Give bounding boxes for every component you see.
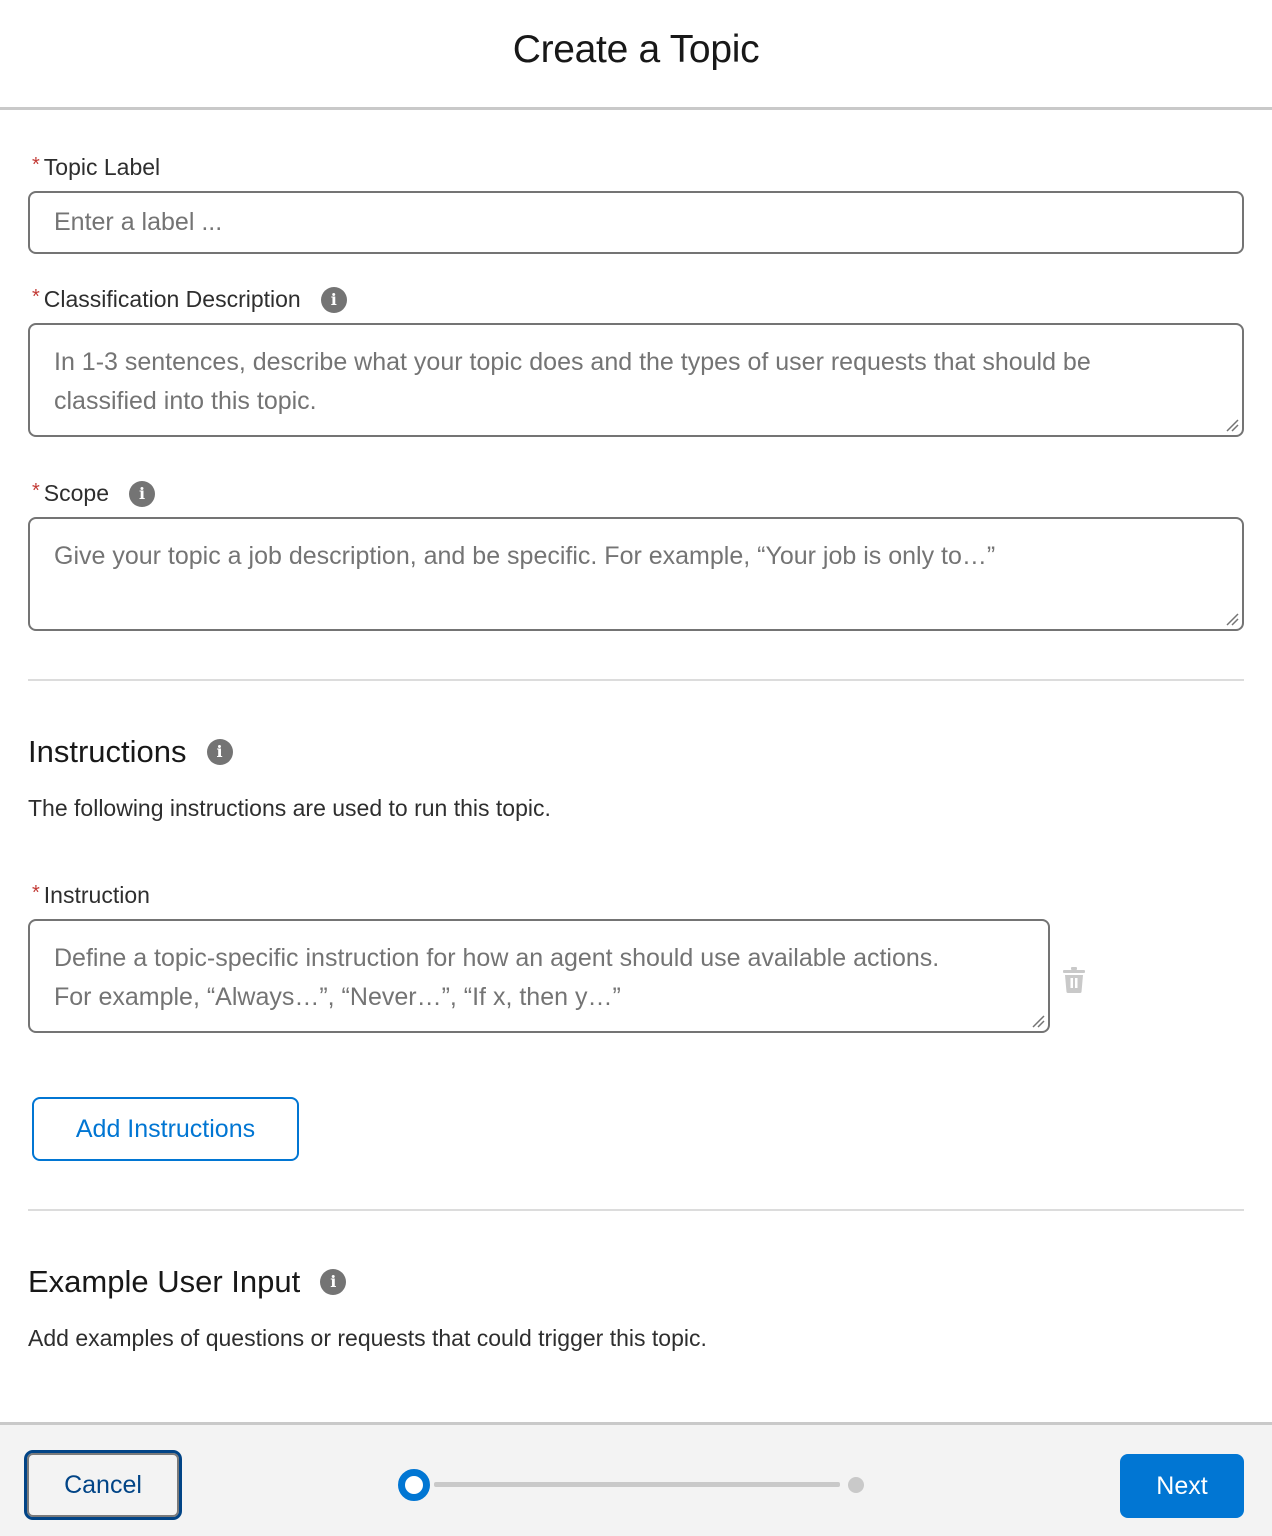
next-button[interactable]: Next [1120,1454,1244,1518]
instruction-placeholder: Define a topic-specific instruction for … [54,944,940,1011]
instructions-heading: Instructions i [28,734,233,770]
modal-footer: Cancel Next [0,1422,1272,1536]
classification-description-textarea[interactable]: In 1-3 sentences, describe what your top… [28,323,1244,437]
required-marker: * [32,882,40,904]
progress-step-current[interactable] [398,1469,430,1501]
info-icon[interactable]: i [206,739,233,765]
classification-description-label: * Classification Description i [32,286,347,313]
instruction-label: * Instruction [32,882,150,909]
example-user-input-title: Example User Input [28,1264,301,1299]
topic-label-input[interactable]: Enter a label ... [28,191,1244,254]
scope-text: Scope [43,480,110,506]
progress-indicator [398,1468,868,1502]
example-user-input-heading: Example User Input i [28,1264,347,1300]
required-marker: * [32,480,40,502]
progress-step-next[interactable] [848,1477,864,1493]
resize-handle-icon[interactable] [1225,612,1239,626]
resize-handle-icon[interactable] [1225,418,1239,432]
resize-handle-icon[interactable] [1031,1014,1045,1028]
info-icon[interactable]: i [320,286,347,313]
add-instructions-button[interactable]: Add Instructions [32,1097,299,1161]
instruction-text: Instruction [43,882,150,908]
required-marker: * [32,286,40,308]
classification-description-placeholder: In 1-3 sentences, describe what your top… [54,348,1091,415]
topic-label-placeholder: Enter a label ... [54,208,223,236]
scope-label: * Scope i [32,480,156,507]
modal-title: Create a Topic [512,27,760,71]
example-user-input-description: Add examples of questions or requests th… [28,1325,707,1351]
topic-label-text: Topic Label [43,154,161,180]
required-marker: * [32,154,40,176]
info-icon[interactable]: i [129,480,156,507]
instructions-title: Instructions [28,734,187,769]
trash-icon[interactable] [1062,966,1086,994]
classification-description-text: Classification Description [43,286,301,312]
scope-placeholder: Give your topic a job description, and b… [54,542,996,570]
cancel-button[interactable]: Cancel [24,1450,182,1520]
info-icon[interactable]: i [320,1269,347,1295]
progress-track [434,1482,840,1487]
section-divider [28,679,1244,681]
section-divider [28,1209,1244,1211]
instruction-textarea[interactable]: Define a topic-specific instruction for … [28,919,1050,1033]
modal-header: Create a Topic [0,0,1272,110]
modal-body: * Topic Label Enter a label ... * Classi… [0,110,1272,1422]
scope-textarea[interactable]: Give your topic a job description, and b… [28,517,1244,631]
topic-label-label: * Topic Label [32,154,160,181]
instructions-description: The following instructions are used to r… [28,795,551,821]
